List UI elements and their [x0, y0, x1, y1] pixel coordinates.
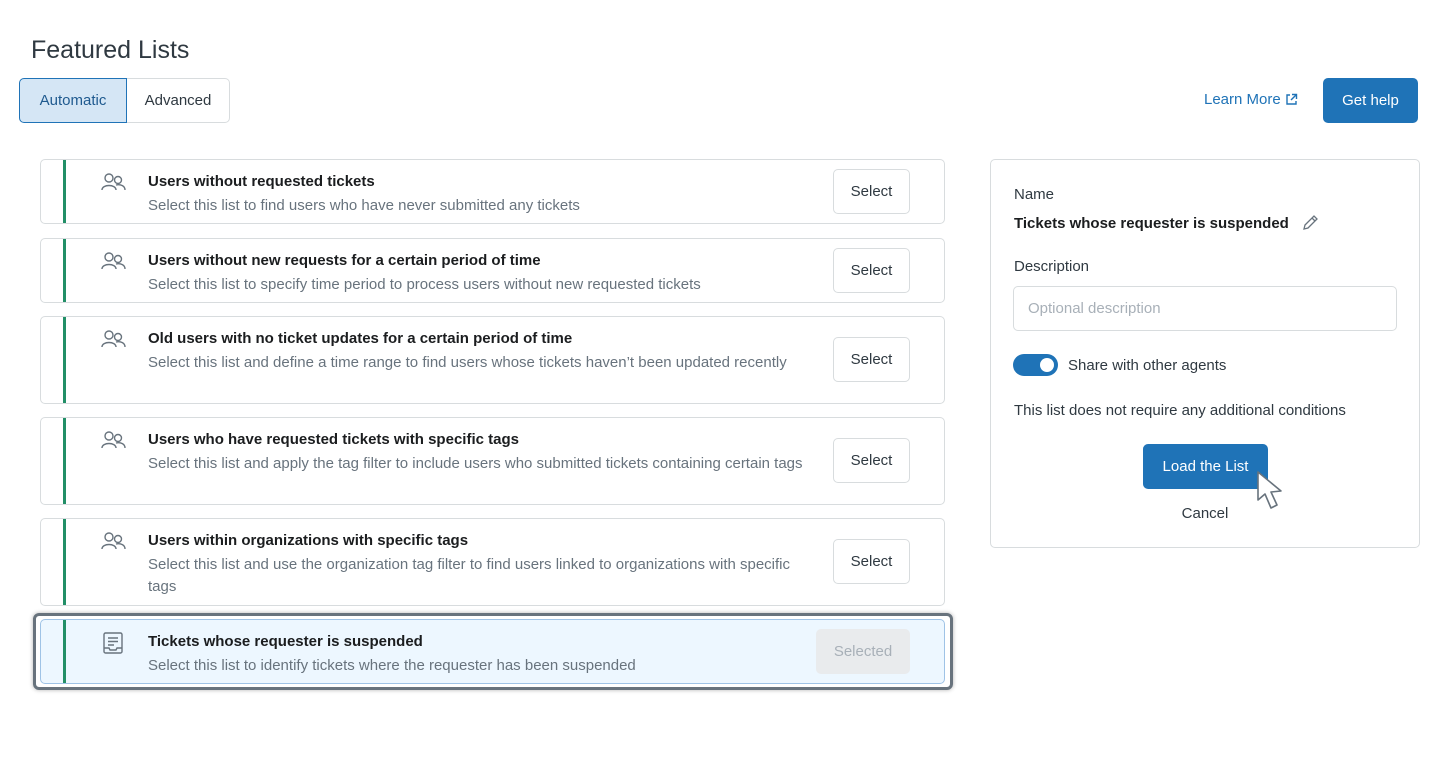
list-item-title: Old users with no ticket updates for a c… [148, 330, 573, 347]
mode-toggle: Automatic Advanced [19, 78, 230, 123]
select-button[interactable]: Select [833, 438, 910, 483]
tab-advanced[interactable]: Advanced [127, 78, 230, 123]
learn-more-label: Learn More [1204, 91, 1281, 108]
accent-bar [63, 317, 66, 403]
users-icon [101, 532, 126, 550]
select-button[interactable]: Select [833, 169, 910, 214]
list-item-description: Select this list to find users who have … [148, 197, 580, 214]
mouse-pointer-icon [1257, 471, 1282, 509]
tab-automatic[interactable]: Automatic [19, 78, 127, 123]
list-item-title: Users without requested tickets [148, 173, 375, 190]
list-item-description: Select this list and use the organizatio… [148, 556, 791, 595]
list-item[interactable]: Old users with no ticket updates for a c… [40, 316, 945, 404]
select-button[interactable]: Select [833, 337, 910, 382]
cancel-link[interactable]: Cancel [991, 505, 1419, 522]
list-item[interactable]: Users who have requested tickets with sp… [40, 417, 945, 505]
conditions-text: This list does not require any additiona… [1014, 402, 1346, 419]
select-button[interactable]: Select [833, 539, 910, 584]
description-label: Description [1014, 258, 1090, 275]
users-icon [101, 252, 126, 270]
accent-bar [63, 160, 66, 223]
users-icon [101, 431, 126, 449]
list-item[interactable]: Users within organizations with specific… [40, 518, 945, 606]
load-list-button[interactable]: Load the List [1143, 444, 1268, 489]
list-item-description: Select this list to specify time period … [148, 276, 701, 293]
name-value: Tickets whose requester is suspended [1014, 214, 1319, 232]
users-icon [101, 330, 126, 348]
get-help-button[interactable]: Get help [1323, 78, 1418, 123]
list-item-title: Users without new requests for a certain… [148, 252, 541, 269]
list-item-title: Users within organizations with specific… [148, 532, 469, 549]
name-label: Name [1014, 186, 1055, 203]
focus-ring [33, 613, 953, 690]
users-icon [101, 173, 126, 191]
learn-more-link[interactable]: Learn More [1204, 91, 1298, 108]
pencil-icon[interactable] [1301, 214, 1319, 232]
name-text: Tickets whose requester is suspended [1014, 214, 1289, 232]
share-toggle[interactable] [1013, 354, 1058, 376]
description-input[interactable] [1013, 286, 1397, 331]
list-item-description: Select this list and apply the tag filte… [148, 455, 803, 472]
accent-bar [63, 519, 66, 605]
list-item[interactable]: Users without new requests for a certain… [40, 238, 945, 303]
accent-bar [63, 239, 66, 302]
list-item[interactable]: Users without requested tickets Select t… [40, 159, 945, 224]
select-button[interactable]: Select [833, 248, 910, 293]
toggle-knob [1040, 358, 1054, 372]
share-label: Share with other agents [1068, 356, 1227, 374]
list-item-title: Users who have requested tickets with sp… [148, 431, 519, 448]
list-item-description: Select this list and define a time range… [148, 354, 787, 371]
accent-bar [63, 418, 66, 504]
list-details-panel: Name Tickets whose requester is suspende… [990, 159, 1420, 548]
page-title: Featured Lists [31, 36, 190, 64]
external-link-icon [1286, 93, 1297, 105]
share-toggle-row: Share with other agents [1013, 354, 1226, 376]
